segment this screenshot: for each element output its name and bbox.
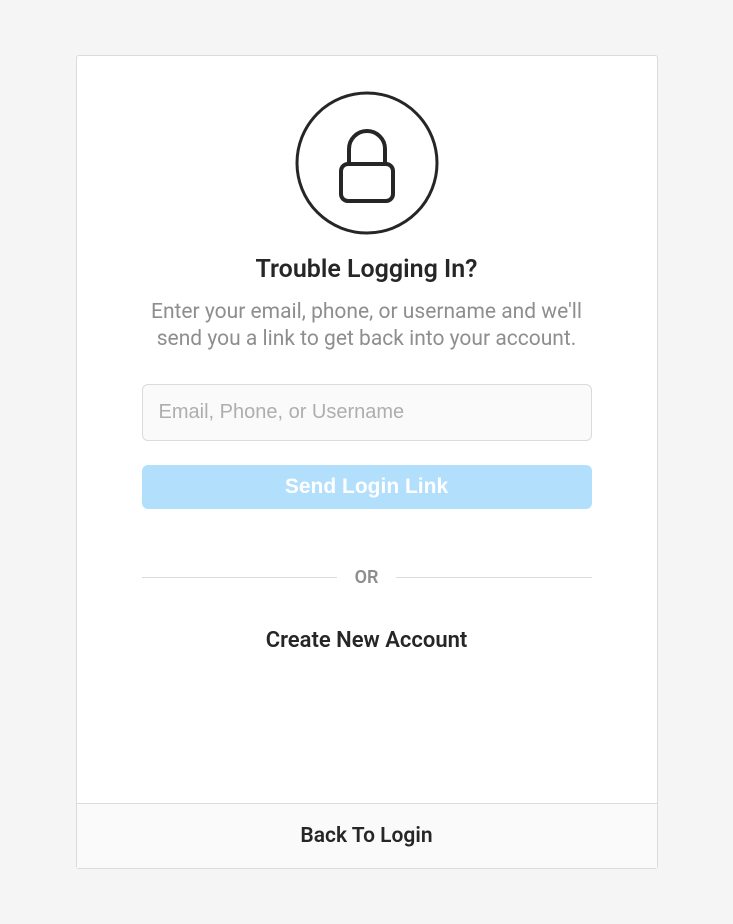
card-body: Trouble Logging In? Enter your email, ph… — [77, 56, 657, 803]
password-reset-card: Trouble Logging In? Enter your email, ph… — [76, 55, 658, 869]
lock-icon — [295, 91, 439, 235]
divider-line-right — [396, 577, 591, 578]
divider-text: OR — [337, 567, 397, 588]
page-subtitle: Enter your email, phone, or username and… — [142, 299, 592, 354]
back-to-login-button[interactable]: Back To Login — [77, 803, 657, 868]
divider: OR — [142, 567, 592, 588]
divider-line-left — [142, 577, 337, 578]
send-login-link-button[interactable]: Send Login Link — [142, 465, 592, 509]
identifier-input[interactable] — [142, 384, 592, 441]
page-title: Trouble Logging In? — [256, 255, 478, 284]
lock-icon-circle — [295, 91, 439, 235]
create-new-account-link[interactable]: Create New Account — [266, 628, 468, 653]
